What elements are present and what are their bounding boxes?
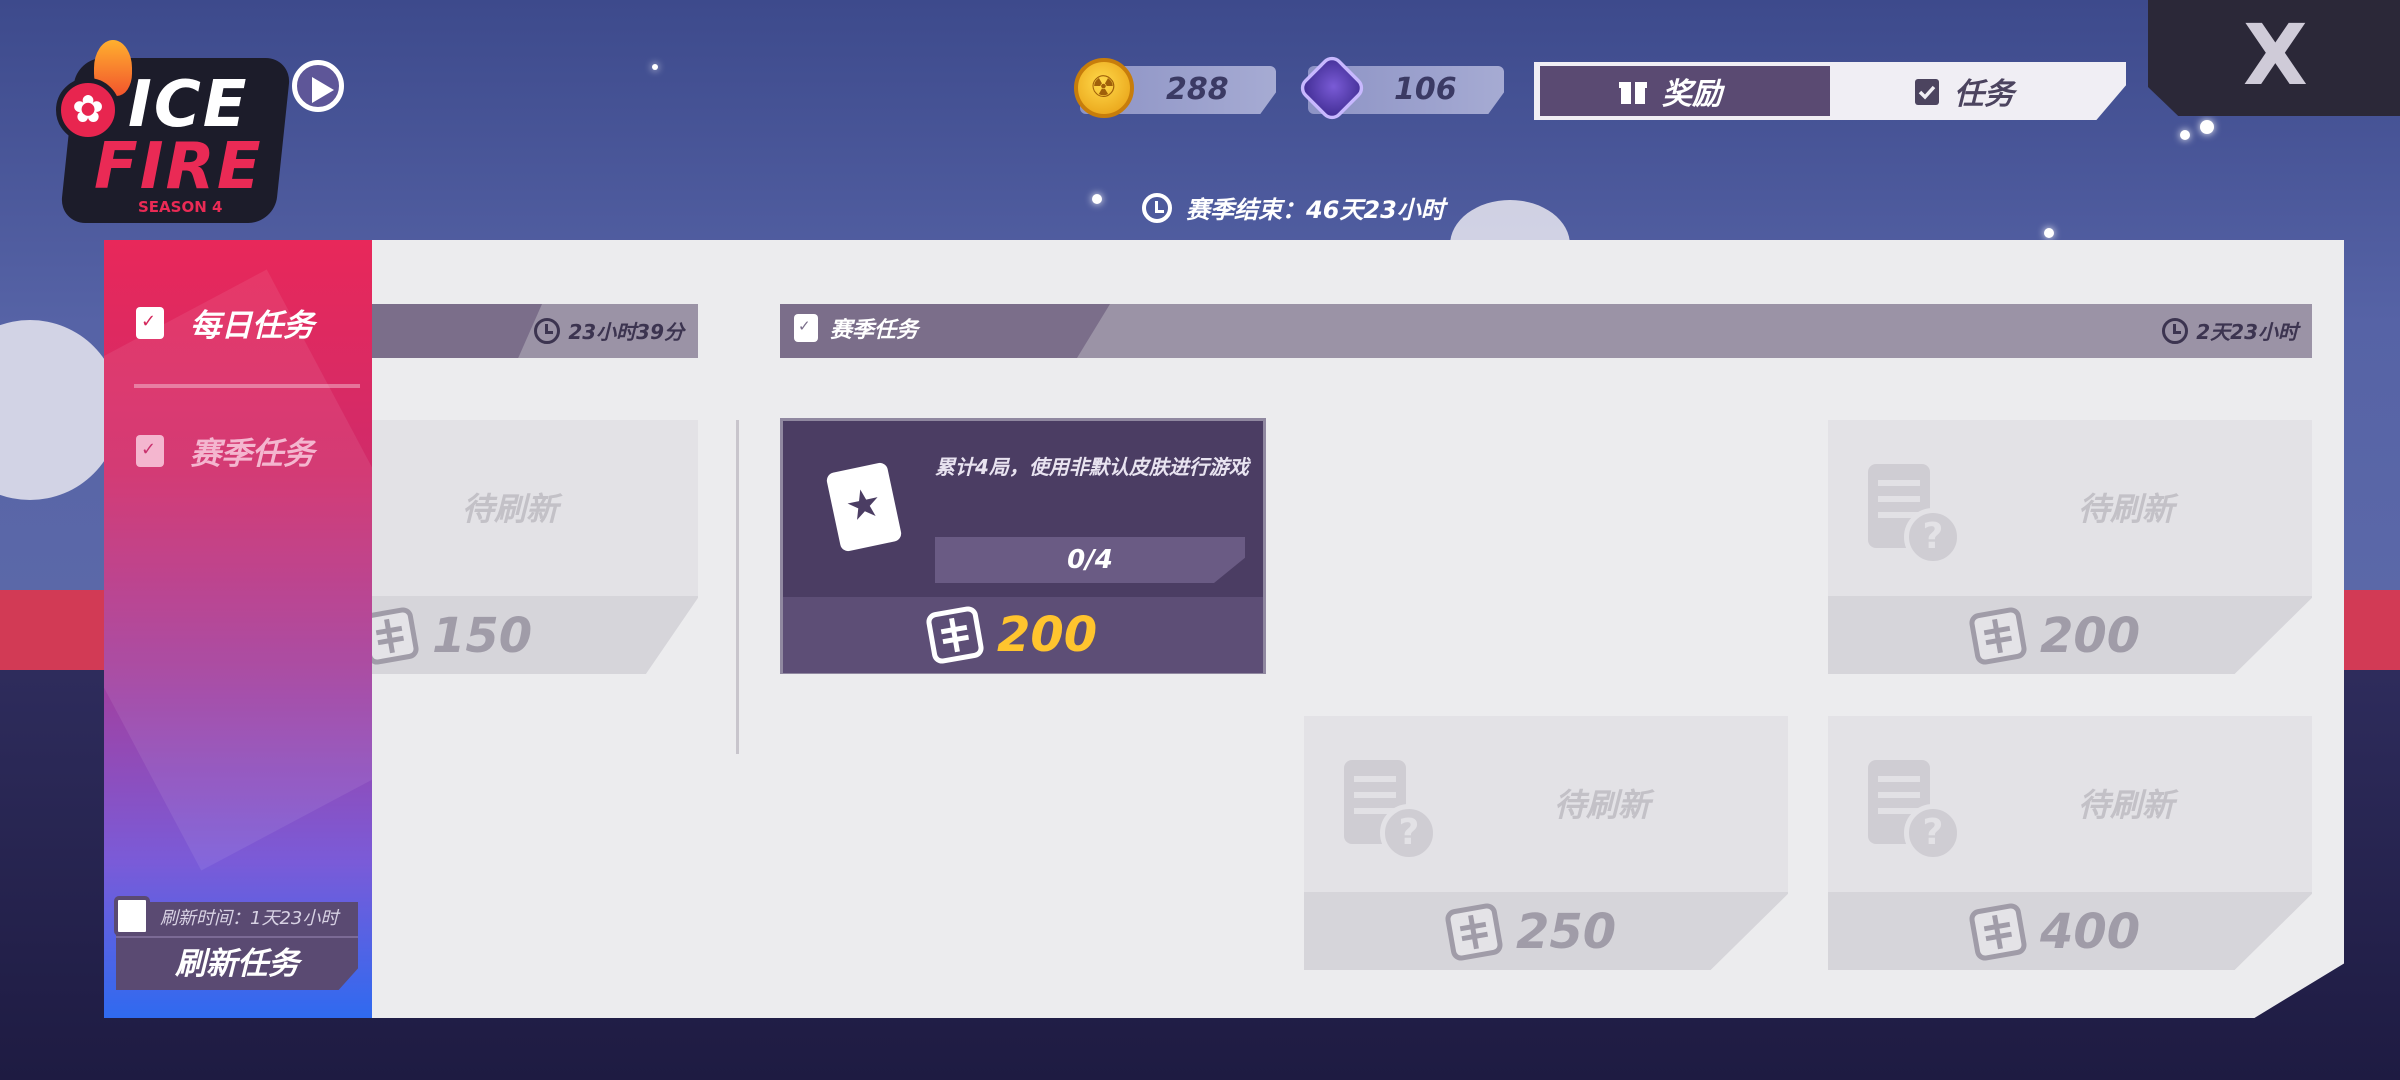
clipboard-icon <box>794 314 818 342</box>
task-progress: 0/4 <box>935 537 1245 583</box>
card-reward-value: 250 <box>1516 904 1617 960</box>
clock-icon <box>1142 192 1172 223</box>
task-description: 累计4局，使用非默认皮肤进行游戏 <box>935 455 1249 479</box>
card-reward: 250 <box>1443 901 1617 963</box>
clipboard-icon <box>136 434 164 467</box>
top-tab-bar: 奖励 任务 <box>1534 62 2126 120</box>
daily-section-header: 23小时39分 <box>372 304 698 358</box>
background-cloud <box>0 320 120 500</box>
card-reward: 200 <box>1967 605 2141 667</box>
gold-coin-icon: ☢ <box>1074 58 1134 118</box>
close-button[interactable]: X <box>2148 0 2400 116</box>
background-star <box>652 64 658 70</box>
clipboard-icon <box>136 306 164 339</box>
card-reward-value: 150 <box>432 608 533 664</box>
season-section-title-text: 赛季任务 <box>830 318 919 343</box>
mystery-task-icon: ? <box>1868 464 1962 566</box>
season-end-timer: 赛季结束：46天23小时 <box>1142 190 1445 225</box>
card-reward-value: 200 <box>997 607 1098 663</box>
tab-rewards-label: 奖励 <box>1662 77 1722 112</box>
card-status: 待刷新 <box>462 490 559 528</box>
mystery-task-icon: ? <box>1868 760 1962 862</box>
sidebar-item-season-tasks[interactable]: 赛季任务 <box>136 428 314 473</box>
daily-timer-text: 23小时39分 <box>568 320 684 344</box>
season-section-title: 赛季任务 <box>794 312 918 344</box>
gem-value: 106 <box>1394 72 1457 107</box>
ticket-icon <box>924 604 986 666</box>
logo-season-text: SEASON 4 <box>138 198 223 216</box>
sidebar-item-daily-tasks[interactable]: 每日任务 <box>136 300 314 345</box>
season-timer-text: 2天23小时 <box>2196 320 2298 344</box>
gift-icon <box>1619 82 1647 104</box>
card-status: 待刷新 <box>2078 786 2175 824</box>
background-star <box>2044 228 2054 238</box>
logo-text-fire: FIRE <box>94 130 263 204</box>
sidebar-divider <box>134 384 360 388</box>
refresh-tasks-panel: 刷新时间：1天23小时 刷新任务 <box>114 896 358 990</box>
clipboard-icon <box>1915 79 1939 105</box>
play-video-button[interactable] <box>292 60 344 112</box>
background-star <box>2200 120 2214 134</box>
gold-coin-value: 288 <box>1166 72 1229 107</box>
refresh-tasks-button[interactable]: 刷新任务 <box>116 936 358 990</box>
close-icon: X <box>2243 6 2308 104</box>
pending-task-card[interactable]: ? 待刷新 250 <box>1304 716 1788 970</box>
tab-rewards[interactable]: 奖励 <box>1540 66 1830 116</box>
season-timer: 2天23小时 <box>2162 316 2298 345</box>
ticket-icon <box>1967 605 2029 667</box>
daily-timer: 23小时39分 <box>534 316 684 345</box>
season-end-text: 赛季结束：46天23小时 <box>1186 196 1445 224</box>
sidebar-item-label: 赛季任务 <box>190 436 314 472</box>
play-icon <box>312 77 334 103</box>
pending-task-card[interactable]: ? 待刷新 400 <box>1828 716 2312 970</box>
card-reward: 200 <box>924 604 1098 666</box>
card-reward-value: 200 <box>2040 608 2141 664</box>
card-reward-value: 400 <box>2040 904 2141 960</box>
clock-icon <box>2162 317 2189 344</box>
card-status: 待刷新 <box>2078 490 2175 528</box>
refresh-time-text: 刷新时间：1天23小时 <box>116 902 358 936</box>
card-reward: 150 <box>372 605 533 667</box>
background-star <box>1092 194 1102 204</box>
card-reward: 400 <box>1967 901 2141 963</box>
background-star <box>2180 130 2190 140</box>
card-status: 待刷新 <box>1554 786 1651 824</box>
clock-icon <box>534 317 561 344</box>
game-logo: ✿ ICE FIRE SEASON 4 <box>48 30 292 225</box>
tab-tasks-label: 任务 <box>1954 77 2014 112</box>
section-divider <box>736 420 739 754</box>
daily-task-card[interactable]: 待刷新 150 <box>372 420 698 674</box>
sidebar-item-label: 每日任务 <box>190 308 314 344</box>
mystery-task-icon: ? <box>1344 760 1438 862</box>
pending-task-card[interactable]: ? 待刷新 200 <box>1828 420 2312 674</box>
tab-tasks[interactable]: 任务 <box>1834 66 2124 116</box>
active-task-card[interactable]: ★ 累计4局，使用非默认皮肤进行游戏 0/4 200 <box>780 418 1266 674</box>
ticket-icon <box>1443 901 1505 963</box>
ticket-icon <box>1967 901 2029 963</box>
season-section-header: 赛季任务 2天23小时 <box>780 304 2312 358</box>
refresh-clipboard-icon <box>114 896 150 936</box>
